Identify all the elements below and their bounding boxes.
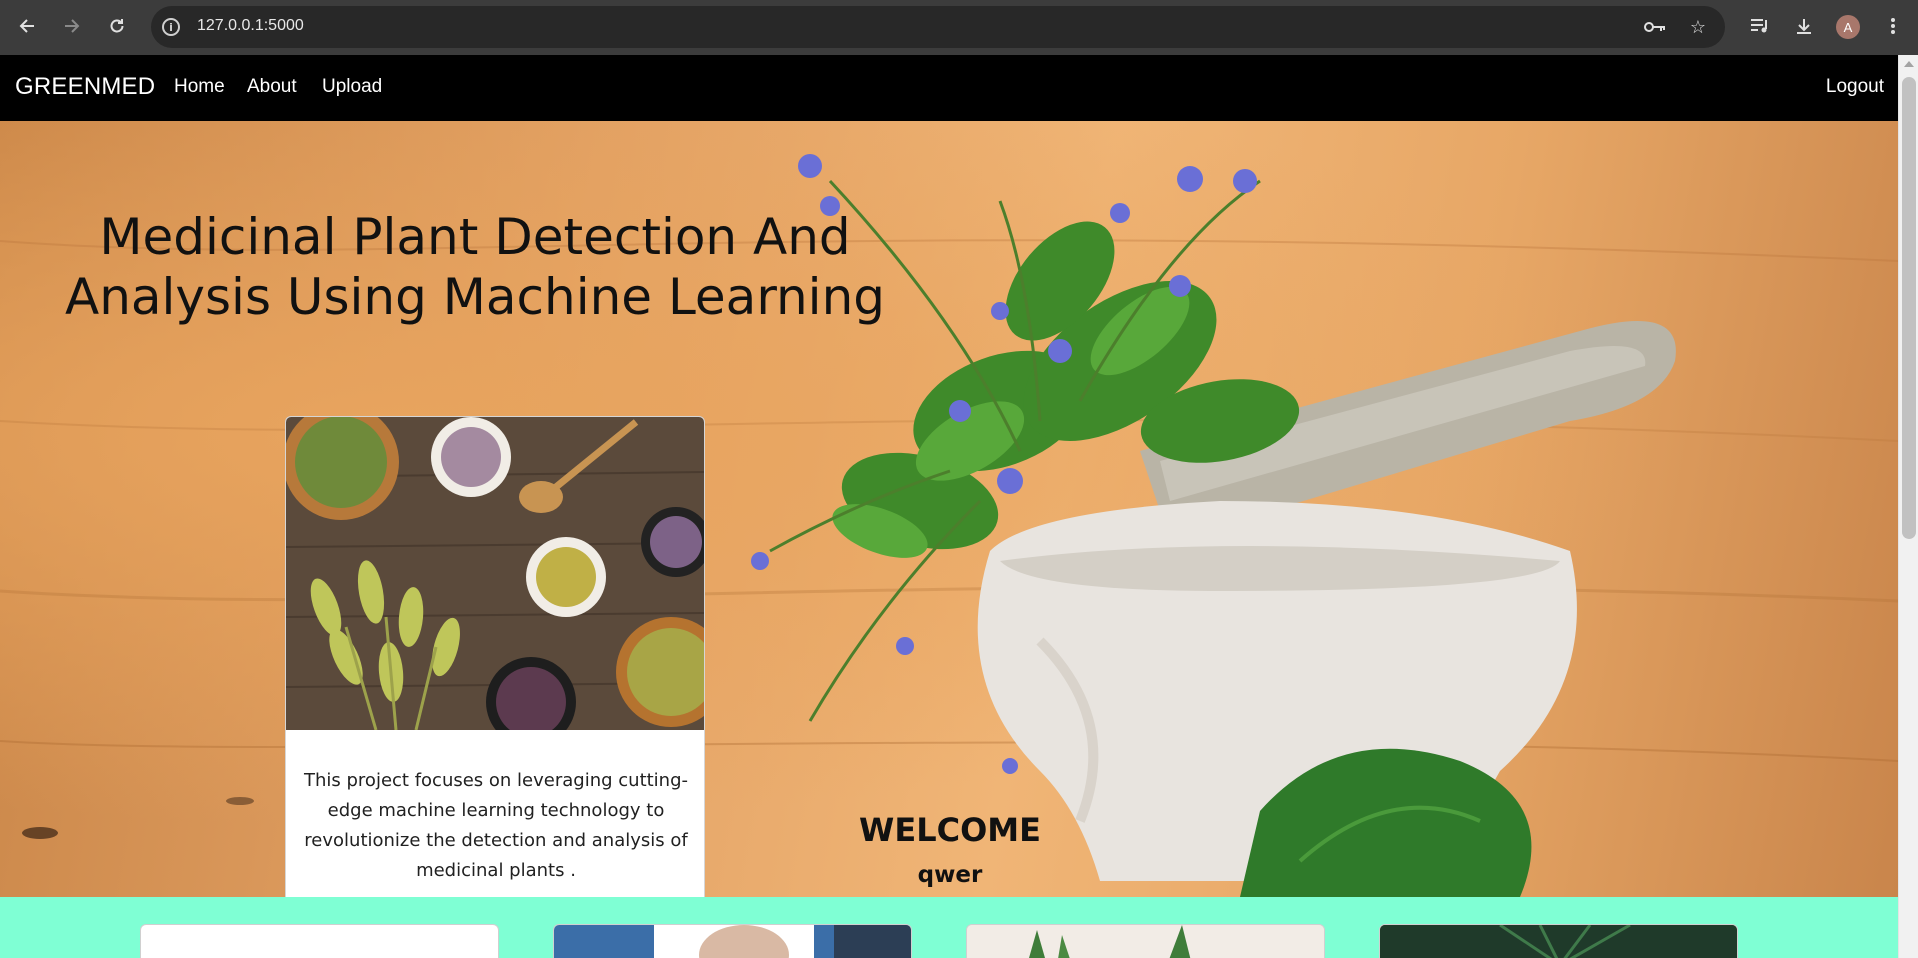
herbs-table-image [286,417,704,730]
feature-card-image [967,925,1324,958]
kebab-menu-icon[interactable] [1880,13,1906,39]
logout-link[interactable]: Logout [1826,76,1884,98]
page-viewport: GREENMED Home About Upload Logout Medici… [0,55,1898,958]
feature-card[interactable] [140,924,499,958]
feature-card[interactable] [1379,924,1738,958]
page-scrollbar[interactable] [1898,55,1918,958]
star-icon[interactable]: ☆ [1686,15,1710,39]
page-title: Medicinal Plant Detection And Analysis U… [64,208,886,326]
feature-card[interactable] [553,924,912,958]
brand-logo[interactable]: GREENMED [15,73,155,101]
site-navbar: GREENMED Home About Upload Logout [0,55,1898,121]
nav-link-about[interactable]: About [247,76,297,98]
hero-section: Medicinal Plant Detection And Analysis U… [0,121,1898,897]
feature-card-image [554,925,911,958]
scrollbar-thumb[interactable] [1902,77,1916,539]
project-description: This project focuses on leveraging cutti… [304,770,689,881]
features-section [0,897,1898,958]
forward-arrow-icon[interactable] [59,13,85,39]
feature-card-image [1380,925,1737,958]
feature-card[interactable] [966,924,1325,958]
username-label: qwer [917,862,983,888]
project-info-card: This project focuses on leveraging cutti… [285,416,705,897]
welcome-heading: WELCOME [859,811,1041,849]
url-text[interactable]: 127.0.0.1:5000 [197,17,304,35]
back-arrow-icon[interactable] [14,13,40,39]
nav-link-upload[interactable]: Upload [322,76,382,98]
media-controls-icon[interactable] [1747,13,1773,39]
browser-toolbar: i 127.0.0.1:5000 ☆ A [0,0,1918,55]
key-icon[interactable] [1643,15,1667,39]
address-bar[interactable]: i 127.0.0.1:5000 ☆ [151,6,1725,48]
profile-avatar[interactable]: A [1836,15,1860,39]
download-icon[interactable] [1791,13,1817,39]
scroll-up-arrow-icon[interactable] [1904,61,1914,67]
reload-icon[interactable] [104,13,130,39]
nav-link-home[interactable]: Home [174,76,225,98]
site-info-icon[interactable]: i [162,18,180,36]
